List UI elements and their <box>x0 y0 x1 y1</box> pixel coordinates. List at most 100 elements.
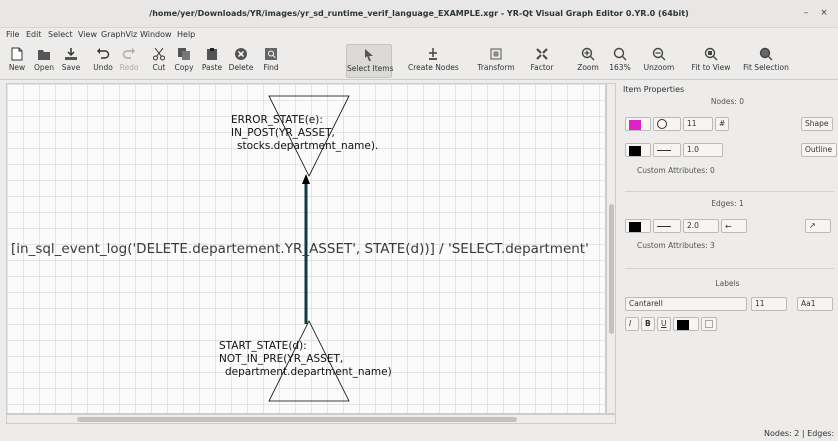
fit-selection-button[interactable]: Fit Selection <box>738 44 794 78</box>
fit-view-icon <box>704 47 718 61</box>
edge-line-style-picker[interactable] <box>653 219 681 233</box>
save-button[interactable]: Save <box>58 44 84 78</box>
node-custom-attributes[interactable]: Custom Attributes: 0 <box>637 166 715 175</box>
fit-to-view-button[interactable]: Fit to View <box>686 44 736 78</box>
undo-button[interactable]: Undo <box>90 44 116 78</box>
shape-button[interactable]: Shape <box>801 117 833 131</box>
menu-view[interactable]: View <box>78 30 97 39</box>
delete-button[interactable]: Delete <box>226 44 256 78</box>
vscroll-thumb[interactable] <box>609 204 614 334</box>
menu-help[interactable]: Help <box>177 30 195 39</box>
divider <box>625 191 834 192</box>
unzoom-button[interactable]: Unzoom <box>640 44 678 78</box>
cut-button[interactable]: Cut <box>148 44 170 78</box>
bottom-node-line3: department.department_name) <box>225 366 392 378</box>
edge-style-row: 2.0 ← ↗ <box>625 219 835 235</box>
open-label: Open <box>33 63 55 72</box>
panel-title: Item Properties <box>623 85 685 94</box>
cut-label: Cut <box>152 63 166 72</box>
node-size-spin[interactable]: 11 <box>683 117 713 131</box>
edge-direction-picker[interactable]: ↗ <box>805 219 831 233</box>
new-file-icon <box>11 47 23 61</box>
menu-window[interactable]: Window <box>140 30 172 39</box>
app-window: /home/yer/Downloads/YR/images/yr_sd_runt… <box>0 0 838 441</box>
transform-button[interactable]: Transform <box>474 44 518 78</box>
copy-button[interactable]: Copy <box>171 44 197 78</box>
factor-button[interactable]: Factor <box>526 44 558 78</box>
font-size-spin[interactable]: 11 <box>751 297 787 311</box>
canvas-vertical-scrollbar[interactable] <box>606 83 616 414</box>
copy-icon <box>178 48 190 60</box>
italic-button[interactable]: I <box>625 317 639 331</box>
bottom-node-label: START_STATE(d): NOT_IN_PRE(YR_ASSET, dep… <box>219 340 392 379</box>
font-sample-picker[interactable]: Aa1 <box>797 297 833 311</box>
font-family-select[interactable]: Cantarell <box>625 297 747 311</box>
open-button[interactable]: Open <box>31 44 57 78</box>
find-button[interactable]: Find <box>258 44 284 78</box>
folder-icon <box>38 50 50 60</box>
status-bar: Nodes: 2 | Edges: <box>0 426 838 441</box>
top-node-label: ERROR_STATE(e): IN_POST(YR_ASSET, stocks… <box>231 114 378 153</box>
select-items-button[interactable]: Select Items <box>346 44 394 78</box>
hscroll-thumb[interactable] <box>77 417 517 422</box>
edge-label: [in_sql_event_log('DELETE.departement.YR… <box>11 241 589 257</box>
text-frame-glyph <box>705 320 713 328</box>
edge-stroke-spin[interactable]: 2.0 <box>683 219 719 233</box>
fit-selection-label: Fit Selection <box>743 63 789 72</box>
fit-selection-icon <box>759 47 773 61</box>
menu-edit[interactable]: Edit <box>26 30 42 39</box>
graph-canvas[interactable]: ERROR_STATE(e): IN_POST(YR_ASSET, stocks… <box>6 83 606 414</box>
outline-button[interactable]: Outline <box>801 143 837 157</box>
status-text: Nodes: 2 | Edges: <box>764 429 835 438</box>
redo-button[interactable]: Redo <box>116 44 142 78</box>
arrow-style-picker[interactable]: ← <box>721 219 747 233</box>
transform-icon <box>490 48 502 60</box>
menu-bar: File Edit Select View GraphViz Window He… <box>0 28 838 42</box>
menu-file[interactable]: File <box>6 30 19 39</box>
arrow-diagonal-icon: ↗ <box>809 221 816 230</box>
copy-label: Copy <box>174 63 194 72</box>
bottom-node-line2: NOT_IN_PRE(YR_ASSET, <box>219 353 344 365</box>
paste-button[interactable]: Paste <box>198 44 226 78</box>
edge-color-picker[interactable] <box>625 219 651 233</box>
item-properties-panel: Item Properties Nodes: 0 11 # Shape 1.0 … <box>617 83 838 414</box>
node-stroke-row: 1.0 Outline <box>625 143 837 159</box>
find-label: Find <box>263 63 279 72</box>
title-bar: /home/yer/Downloads/YR/images/yr_sd_runt… <box>0 0 838 28</box>
canvas-horizontal-scrollbar[interactable] <box>6 414 616 424</box>
redo-label: Redo <box>119 63 139 72</box>
menu-select[interactable]: Select <box>48 30 73 39</box>
delete-icon <box>235 48 247 60</box>
arrow-left-icon: ← <box>725 222 732 231</box>
node-stroke-swatch <box>629 146 641 156</box>
node-line-style-picker[interactable] <box>653 143 681 157</box>
create-nodes-button[interactable]: Create Nodes <box>408 44 459 78</box>
bold-button[interactable]: B <box>641 317 655 331</box>
node-stroke-spin[interactable]: 1.0 <box>683 143 723 157</box>
node-shape-picker[interactable] <box>653 117 681 131</box>
label-color-swatch <box>677 320 689 330</box>
minimize-button[interactable]: – <box>800 8 812 20</box>
label-style-row: I B U <box>625 317 835 333</box>
text-frame-icon[interactable] <box>701 317 717 331</box>
close-button[interactable]: × <box>818 8 830 20</box>
zoom-button[interactable]: Zoom <box>574 44 602 78</box>
new-button[interactable]: New <box>4 44 30 78</box>
edge-custom-attributes[interactable]: Custom Attributes: 3 <box>637 241 715 250</box>
label-color-picker[interactable] <box>673 317 699 331</box>
hash-icon[interactable]: # <box>715 117 729 131</box>
delete-label: Delete <box>228 63 254 72</box>
node-fill-color-picker[interactable] <box>625 117 651 131</box>
transform-label: Transform <box>477 63 515 72</box>
labels-header: Labels <box>715 279 740 288</box>
select-items-label: Select Items <box>347 64 394 73</box>
edges-header: Edges: 1 <box>711 199 744 208</box>
nodes-header: Nodes: 0 <box>710 97 745 106</box>
node-stroke-color-picker[interactable] <box>625 143 651 157</box>
create-nodes-label: Create Nodes <box>408 63 459 72</box>
zoom-level-button[interactable]: 163% <box>606 44 634 78</box>
underline-button[interactable]: U <box>657 317 671 331</box>
top-node-line2: IN_POST(YR_ASSET, <box>231 127 335 139</box>
line-style-icon <box>657 226 671 227</box>
menu-graphviz[interactable]: GraphViz <box>101 30 137 39</box>
